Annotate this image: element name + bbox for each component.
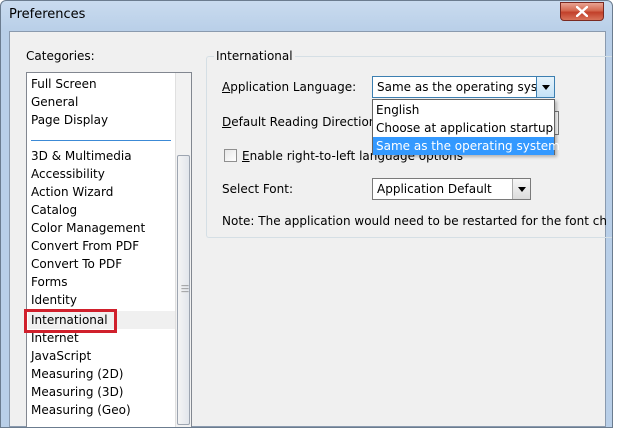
- category-item-color-management[interactable]: Color Management: [31, 219, 145, 237]
- dropdown-arrow[interactable]: [536, 77, 554, 97]
- title-bar[interactable]: Preferences: [1, 1, 612, 31]
- category-item-javascript[interactable]: JavaScript: [31, 347, 91, 365]
- language-dropdown-list[interactable]: English Choose at application startup Sa…: [372, 99, 560, 155]
- category-item-convert-from-pdf[interactable]: Convert From PDF: [31, 237, 139, 255]
- chevron-down-icon: [541, 84, 550, 90]
- grip-icon: — — —: [181, 281, 189, 296]
- select-font-value: Application Default: [377, 182, 492, 196]
- category-item-accessibility[interactable]: Accessibility: [31, 165, 105, 183]
- window-title: Preferences: [9, 7, 86, 22]
- categories-scrollbar[interactable]: — — —: [175, 73, 191, 427]
- chevron-down-icon: [517, 186, 526, 192]
- category-separator: [31, 140, 171, 141]
- restart-note: Note: The application would need to be r…: [222, 214, 607, 228]
- language-option-english[interactable]: English: [373, 101, 554, 119]
- category-item-measuring-geo[interactable]: Measuring (Geo): [31, 401, 131, 419]
- category-item-international[interactable]: International: [31, 311, 108, 329]
- category-item-forms[interactable]: Forms: [31, 273, 67, 291]
- category-item-catalog[interactable]: Catalog: [31, 201, 77, 219]
- category-item-measuring-3d[interactable]: Measuring (3D): [31, 383, 124, 401]
- category-item-internet[interactable]: Internet: [31, 329, 79, 347]
- category-item-page-display[interactable]: Page Display: [31, 111, 108, 129]
- category-item-convert-to-pdf[interactable]: Convert To PDF: [31, 255, 122, 273]
- category-item-full-screen[interactable]: Full Screen: [31, 75, 97, 93]
- close-icon: [576, 6, 588, 17]
- dialog-body: Categories: Full Screen General Page Dis…: [9, 31, 612, 427]
- category-item-general[interactable]: General: [31, 93, 78, 111]
- categories-label: Categories:: [26, 49, 95, 63]
- application-language-label: Application Language:: [222, 80, 357, 94]
- preferences-window: Preferences Categories: Full Screen Gene…: [0, 0, 613, 428]
- category-item-action-wizard[interactable]: Action Wizard: [31, 183, 113, 201]
- select-font-label: Select Font:: [222, 182, 294, 196]
- application-language-value: Same as the operating system: [377, 80, 555, 94]
- category-item-3d-multimedia[interactable]: 3D & Multimedia: [31, 147, 132, 165]
- select-font-select[interactable]: Application Default: [372, 178, 531, 200]
- category-item-identity[interactable]: Identity: [31, 291, 77, 309]
- close-button[interactable]: [560, 2, 604, 21]
- category-item-measuring-2d[interactable]: Measuring (2D): [31, 365, 124, 383]
- language-option-choose-at-startup[interactable]: Choose at application startup: [373, 119, 554, 137]
- application-language-select[interactable]: Same as the operating system: [372, 76, 555, 98]
- rtl-checkbox[interactable]: [224, 149, 237, 162]
- dropdown-arrow[interactable]: [512, 179, 530, 199]
- language-option-same-as-os[interactable]: Same as the operating system: [373, 137, 560, 155]
- reading-direction-label: Default Reading Direction:: [222, 115, 381, 129]
- group-title: International: [214, 49, 295, 63]
- scrollbar-thumb[interactable]: — — —: [177, 155, 190, 425]
- categories-list[interactable]: Full Screen General Page Display 3D & Mu…: [26, 72, 192, 427]
